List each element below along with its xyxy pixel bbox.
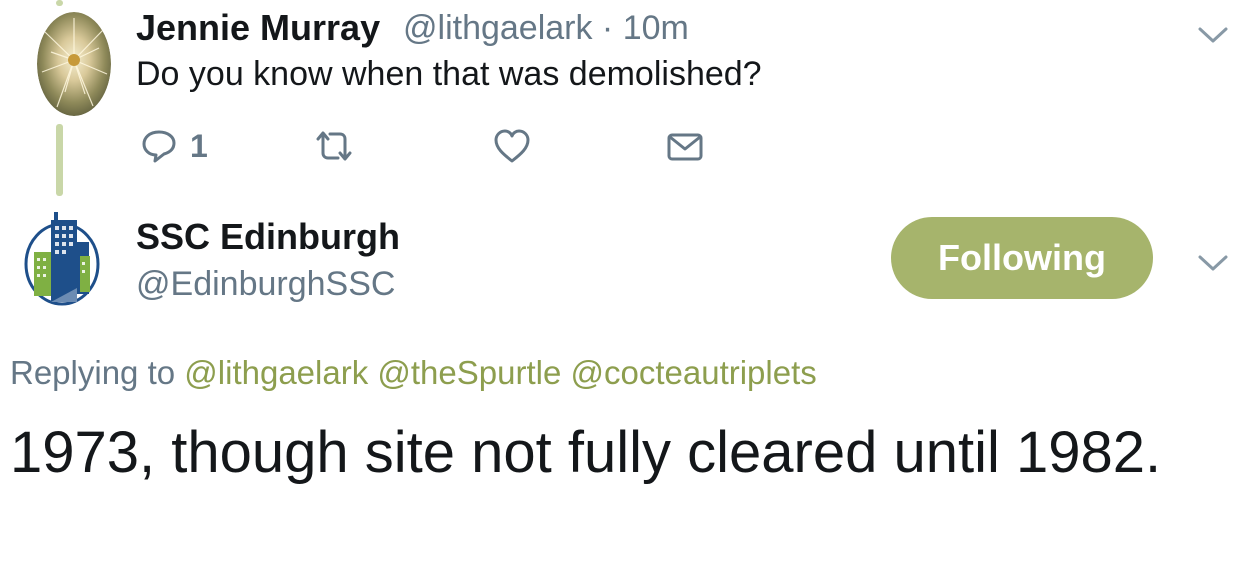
envelope-icon [667,133,703,161]
reply-tweet-author-name[interactable]: SSC Edinburgh [136,216,400,258]
building-logo-icon [24,212,100,306]
first-tweet-menu-chevron-icon[interactable] [1196,24,1230,46]
reply-tweet-menu-chevron-icon[interactable] [1196,252,1230,274]
first-tweet-handle-time[interactable]: @lithgaelark · 10m [403,9,689,48]
ssc-avatar[interactable] [20,212,104,312]
following-button[interactable]: Following [891,217,1153,299]
thread-line-connector [56,124,63,196]
heart-icon [494,129,530,163]
thread-line-top [56,0,63,6]
first-tweet-text: Do you know when that was demolished? [136,55,762,93]
reply-tweet-author-handle[interactable]: @EdinburghSSC [136,265,395,304]
retweet-action[interactable] [312,129,356,163]
reply-tweet-text: 1973, though site not fully cleared unti… [10,420,1162,485]
mention-lithgaelark[interactable]: @lithgaelark [184,354,368,391]
reply-count: 1 [190,127,208,164]
dandelion-photo-icon [37,12,111,116]
reply-icon [142,130,176,163]
replying-to-label: Replying to [10,354,176,391]
reply-action[interactable]: 1 [140,127,208,165]
replying-to-line: Replying to @lithgaelark @theSpurtle @co… [10,354,817,392]
mention-cocteautriplets[interactable]: @cocteautriplets [570,354,816,391]
jennie-avatar[interactable] [37,12,111,116]
first-tweet-author-name[interactable]: Jennie Murray [136,7,380,49]
retweet-icon [316,131,352,161]
like-action[interactable] [493,128,531,164]
direct-message-action[interactable] [666,131,704,163]
mention-thespurtle[interactable]: @theSpurtle [377,354,561,391]
